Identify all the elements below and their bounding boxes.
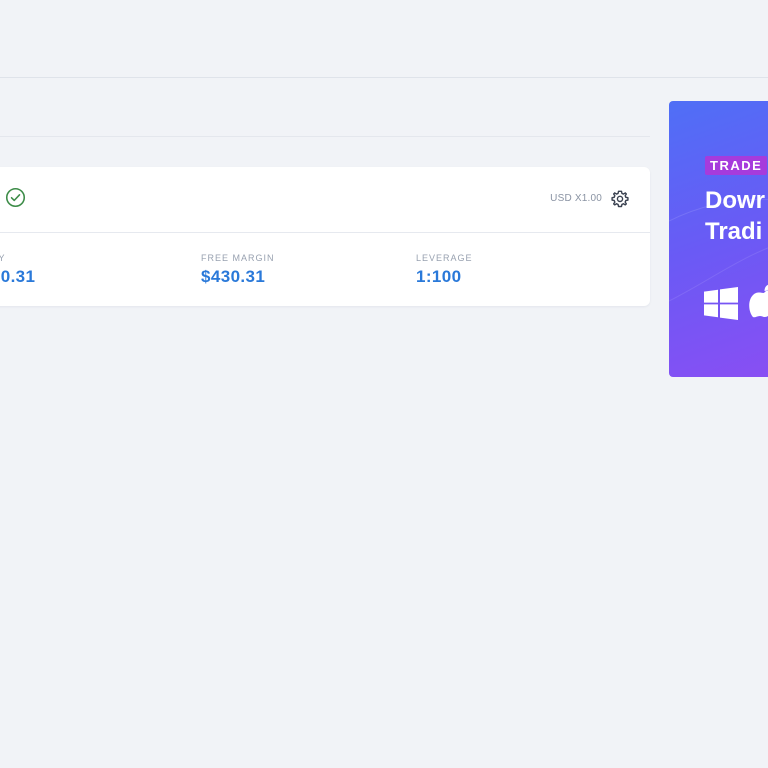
free-margin-label: FREE MARGIN (201, 253, 275, 263)
check-circle-icon (5, 187, 26, 208)
free-margin-stat: FREE MARGIN $430.31 (201, 253, 275, 287)
promo-title: Dowr Tradi (705, 187, 765, 245)
gear-icon[interactable] (610, 189, 630, 209)
account-card-header: USD X1.00 (0, 167, 650, 233)
leverage-label: LEVERAGE (416, 253, 473, 263)
currency-label: USD X1.00 (550, 193, 602, 204)
leverage-stat: LEVERAGE 1:100 (416, 253, 473, 287)
top-bar (0, 0, 768, 78)
leverage-value: 1:100 (416, 267, 462, 286)
free-margin-value: $430.31 (201, 267, 266, 286)
section-divider (0, 136, 650, 137)
equity-value: 370.31 (0, 267, 36, 286)
equity-label: UITY (0, 253, 6, 263)
page: USD X1.00 UITY 370.31 FREE MARGIN $430.3… (0, 0, 768, 768)
promo-tag: TRADE (705, 156, 768, 175)
account-card: USD X1.00 UITY 370.31 FREE MARGIN $430.3… (0, 167, 650, 306)
equity-stat: UITY 370.31 (0, 253, 35, 287)
windows-icon[interactable] (704, 287, 738, 320)
apple-icon[interactable] (749, 283, 768, 321)
